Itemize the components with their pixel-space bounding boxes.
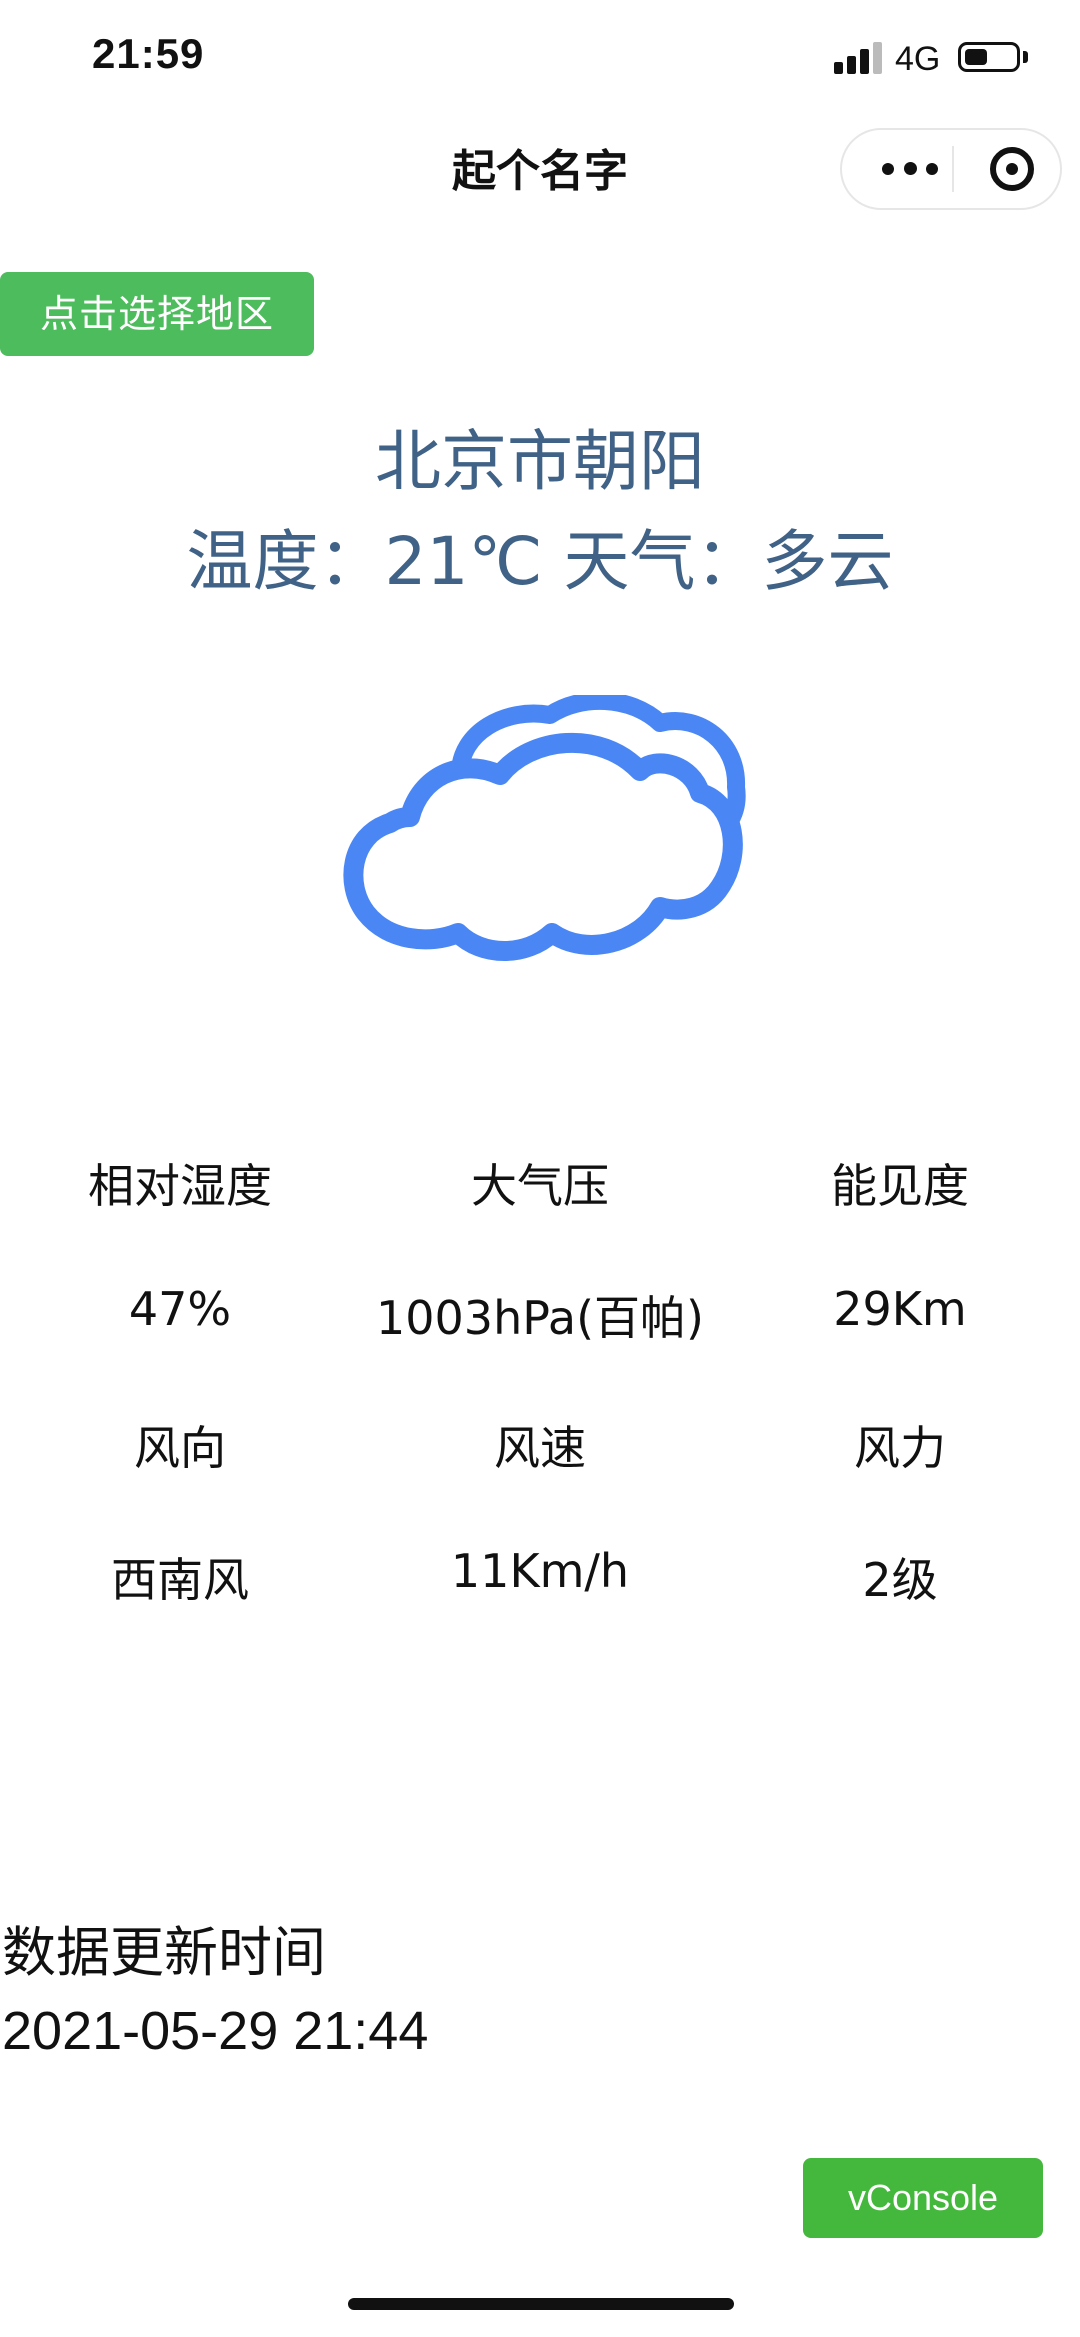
mini-program-capsule (840, 128, 1062, 210)
wind-label-row: 风向 风速 风力 (0, 1412, 1080, 1482)
capsule-divider (952, 146, 954, 192)
home-indicator[interactable] (348, 2298, 734, 2310)
humidity-label: 相对湿度 (88, 1159, 272, 1213)
select-region-button[interactable]: 点击选择地区 (0, 272, 314, 356)
wind-direction-label: 风向 (134, 1421, 226, 1475)
wind-speed-value: 11Km/h (450, 1544, 630, 1598)
visibility-label: 能见度 (831, 1159, 969, 1213)
details-value-row: 47% 1003hPa(百帕) 29Km (0, 1282, 1080, 1352)
status-time: 21:59 (92, 30, 205, 77)
details-label-row: 相对湿度 大气压 能见度 (0, 1150, 1080, 1220)
signal-icon (834, 40, 884, 74)
network-type: 4G (895, 40, 941, 78)
vconsole-button[interactable]: vConsole (803, 2158, 1043, 2238)
close-icon[interactable] (990, 147, 1034, 191)
status-bar: 21:59 4G (0, 0, 1080, 120)
update-time-value: 2021-05-29 21:44 (2, 2001, 429, 2061)
battery-cap (1023, 51, 1028, 63)
location-name: 北京市朝阳 (375, 423, 705, 500)
wind-power-label: 风力 (854, 1421, 946, 1475)
wind-power-value: 2级 (862, 1553, 938, 1607)
wind-direction-value: 西南风 (111, 1553, 249, 1607)
more-icon[interactable] (870, 130, 950, 208)
battery-icon (958, 42, 1020, 72)
wind-speed-label: 风速 (494, 1421, 586, 1475)
temperature-weather-line: 温度：21℃ 天气：多云 (186, 523, 894, 600)
wind-value-row: 西南风 11Km/h 2级 (0, 1544, 1080, 1614)
update-time-label: 数据更新时间 (2, 1921, 326, 1984)
pressure-label: 大气压 (471, 1159, 609, 1213)
pressure-value: 1003hPa(百帕) (376, 1291, 704, 1345)
cloudy-icon (343, 695, 746, 961)
visibility-value: 29Km (833, 1282, 967, 1336)
humidity-value: 47% (128, 1282, 232, 1336)
